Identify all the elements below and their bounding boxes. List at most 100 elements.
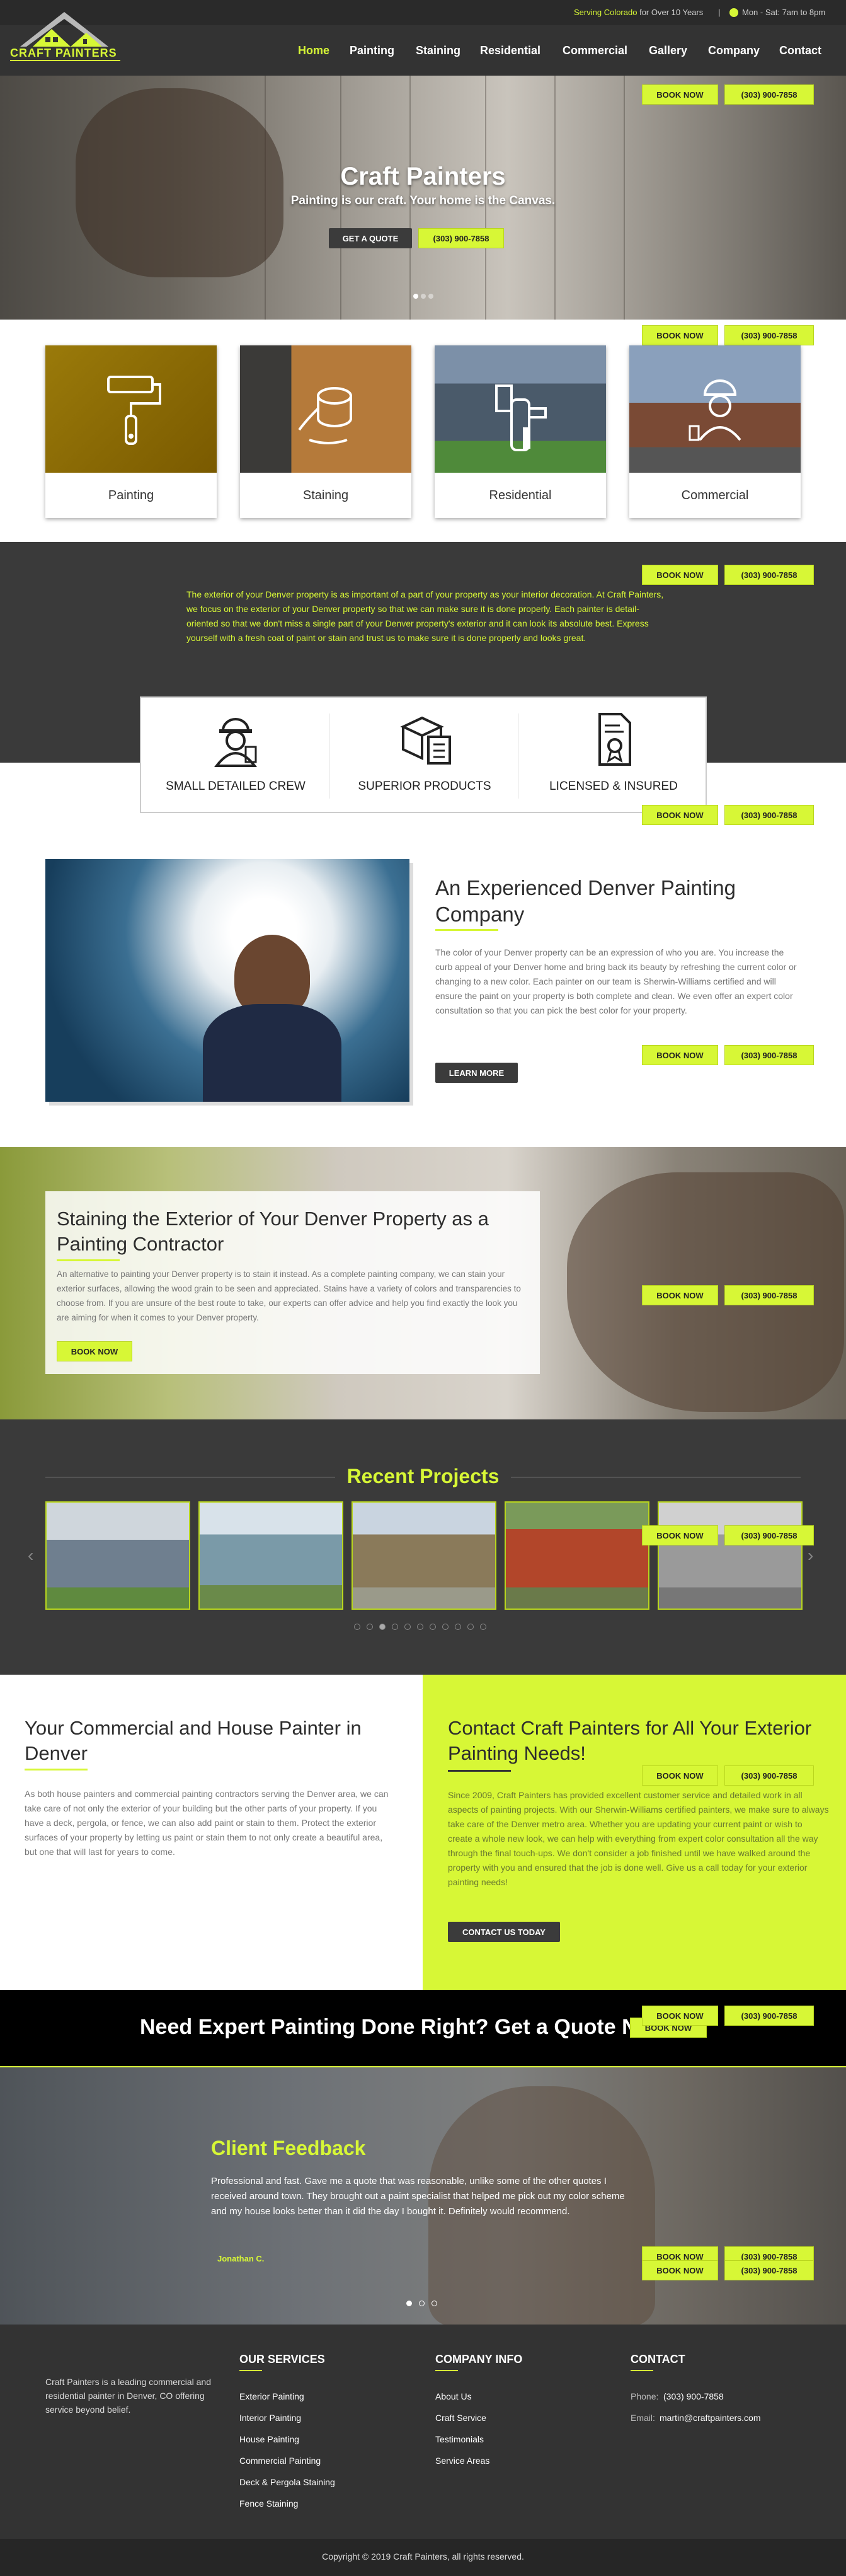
- project-dot[interactable]: [354, 1624, 360, 1630]
- commercial-image: [629, 345, 801, 473]
- contact-box: Contact Craft Painters for All Your Exte…: [423, 1675, 846, 1990]
- feedback-dot-3[interactable]: [432, 2301, 437, 2306]
- phone-button[interactable]: (303) 900-7858: [724, 565, 814, 585]
- footer-about: Craft Painters is a leading commercial a…: [45, 2377, 212, 2415]
- logo[interactable]: CRAFT PAINTERS: [8, 3, 121, 72]
- project-dot[interactable]: [367, 1624, 373, 1630]
- phone-label: Phone:: [631, 2391, 659, 2401]
- hours-text: Mon - Sat: 7am to 8pm: [742, 8, 826, 17]
- project-image[interactable]: [45, 1501, 190, 1610]
- project-image[interactable]: [198, 1501, 343, 1610]
- phone-button[interactable]: (303) 900-7858: [724, 805, 814, 825]
- footer-link[interactable]: Exterior Painting: [239, 2391, 304, 2401]
- learn-more-button[interactable]: LEARN MORE: [435, 1063, 518, 1083]
- feedback-dot-2[interactable]: [419, 2301, 425, 2306]
- book-now-button[interactable]: BOOK NOW: [642, 2006, 718, 2026]
- footer-services-title: OUR SERVICES: [239, 2353, 325, 2365]
- feedback-dot-1[interactable]: [406, 2301, 412, 2306]
- phone-button[interactable]: (303) 900-7858: [724, 1525, 814, 1545]
- footer: [0, 2325, 846, 2539]
- footer-phone[interactable]: (303) 900-7858: [663, 2391, 724, 2401]
- nav-gallery[interactable]: Gallery: [649, 44, 687, 57]
- project-dot[interactable]: [392, 1624, 398, 1630]
- nav-contact[interactable]: Contact: [779, 44, 821, 57]
- book-now-button[interactable]: BOOK NOW: [642, 325, 718, 345]
- hero-phone-button[interactable]: (303) 900-7858: [418, 228, 504, 248]
- book-now-button[interactable]: BOOK NOW: [642, 1525, 718, 1545]
- service-card-staining[interactable]: Staining: [240, 345, 411, 518]
- book-now-button[interactable]: BOOK NOW: [642, 2260, 718, 2280]
- footer-underline: [631, 2370, 653, 2371]
- crew-icon: [214, 718, 258, 767]
- footer-underline: [435, 2370, 458, 2371]
- hero-dot-2[interactable]: [421, 294, 426, 299]
- next-arrow-icon[interactable]: ›: [808, 1545, 813, 1566]
- phone-button[interactable]: (303) 900-7858: [724, 2260, 814, 2280]
- footer-link[interactable]: Service Areas: [435, 2456, 489, 2466]
- logo-house-icon: [20, 12, 108, 47]
- project-image[interactable]: [352, 1501, 496, 1610]
- phone-button[interactable]: (303) 900-7858: [724, 325, 814, 345]
- feedback-text: Professional and fast. Gave me a quote t…: [211, 2176, 625, 2217]
- feature-label: SMALL DETAILED CREW: [166, 780, 306, 793]
- contact-text: Since 2009, Craft Painters has provided …: [448, 1790, 829, 1887]
- footer-company-title: COMPANY INFO: [435, 2353, 523, 2365]
- book-now-button[interactable]: BOOK NOW: [642, 1765, 718, 1786]
- phone-button[interactable]: (303) 900-7858: [724, 84, 814, 105]
- nav-company[interactable]: Company: [708, 44, 760, 57]
- book-now-button[interactable]: BOOK NOW: [642, 565, 718, 585]
- footer-link[interactable]: Craft Service: [435, 2413, 486, 2423]
- service-card-residential[interactable]: Residential: [435, 345, 606, 518]
- intro-text: The exterior of your Denver property is …: [186, 589, 664, 643]
- staining-image: [240, 345, 411, 473]
- project-dot[interactable]: [404, 1624, 411, 1630]
- phone-button[interactable]: (303) 900-7858: [724, 1285, 814, 1305]
- title-underline: [25, 1769, 88, 1770]
- footer-link[interactable]: Commercial Painting: [239, 2456, 321, 2466]
- worker-icon: [689, 379, 741, 441]
- nav-residential[interactable]: Residential: [480, 44, 540, 57]
- project-dot[interactable]: [480, 1624, 486, 1630]
- project-dot[interactable]: [417, 1624, 423, 1630]
- staining-box: Staining the Exterior of Your Denver Pro…: [45, 1191, 540, 1374]
- feature-label: SUPERIOR PRODUCTS: [358, 780, 491, 793]
- project-dot[interactable]: [430, 1624, 436, 1630]
- project-image[interactable]: [658, 1501, 803, 1610]
- footer-email[interactable]: martin@craftpainters.com: [660, 2413, 760, 2423]
- project-image[interactable]: [505, 1501, 649, 1610]
- hero-dot-3[interactable]: [428, 294, 433, 299]
- service-card-painting[interactable]: Painting: [45, 345, 217, 518]
- prev-arrow-icon[interactable]: ‹: [28, 1545, 33, 1566]
- project-dot[interactable]: [379, 1624, 386, 1630]
- contact-us-button[interactable]: CONTACT US TODAY: [448, 1922, 560, 1942]
- book-now-button[interactable]: BOOK NOW: [642, 84, 718, 105]
- phone-button[interactable]: (303) 900-7858: [724, 2006, 814, 2026]
- feature-products: SUPERIOR PRODUCTS: [330, 698, 519, 814]
- project-dot[interactable]: [442, 1624, 449, 1630]
- footer-link[interactable]: Interior Painting: [239, 2413, 301, 2423]
- footer-link[interactable]: Fence Staining: [239, 2498, 298, 2509]
- feedback-title: Client Feedback: [211, 2137, 366, 2159]
- main-nav: CRAFT PAINTERS Home Painting Staining Re…: [0, 12, 846, 76]
- footer-link[interactable]: Deck & Pergola Staining: [239, 2477, 335, 2487]
- book-now-button[interactable]: BOOK NOW: [642, 1045, 718, 1065]
- nav-staining[interactable]: Staining: [416, 44, 460, 57]
- hero-dot-1[interactable]: [413, 294, 418, 299]
- nav-painting[interactable]: Painting: [350, 44, 394, 57]
- footer-link[interactable]: House Painting: [239, 2434, 299, 2444]
- phone-button[interactable]: (303) 900-7858: [724, 1045, 814, 1065]
- nav-commercial[interactable]: Commercial: [563, 44, 627, 57]
- phone-button[interactable]: (303) 900-7858: [724, 1765, 814, 1786]
- book-now-button[interactable]: BOOK NOW: [642, 1285, 718, 1305]
- email-label: Email:: [631, 2413, 655, 2423]
- book-now-button[interactable]: BOOK NOW: [642, 805, 718, 825]
- staining-book-button[interactable]: BOOK NOW: [57, 1341, 132, 1361]
- project-dot[interactable]: [455, 1624, 461, 1630]
- experienced-text: The color of your Denver property can be…: [435, 947, 797, 1015]
- service-card-commercial[interactable]: Commercial: [629, 345, 801, 518]
- nav-home[interactable]: Home: [298, 44, 329, 57]
- project-dot[interactable]: [467, 1624, 474, 1630]
- footer-link[interactable]: Testimonials: [435, 2434, 484, 2444]
- get-quote-button[interactable]: GET A QUOTE: [329, 228, 412, 248]
- footer-link[interactable]: About Us: [435, 2391, 472, 2401]
